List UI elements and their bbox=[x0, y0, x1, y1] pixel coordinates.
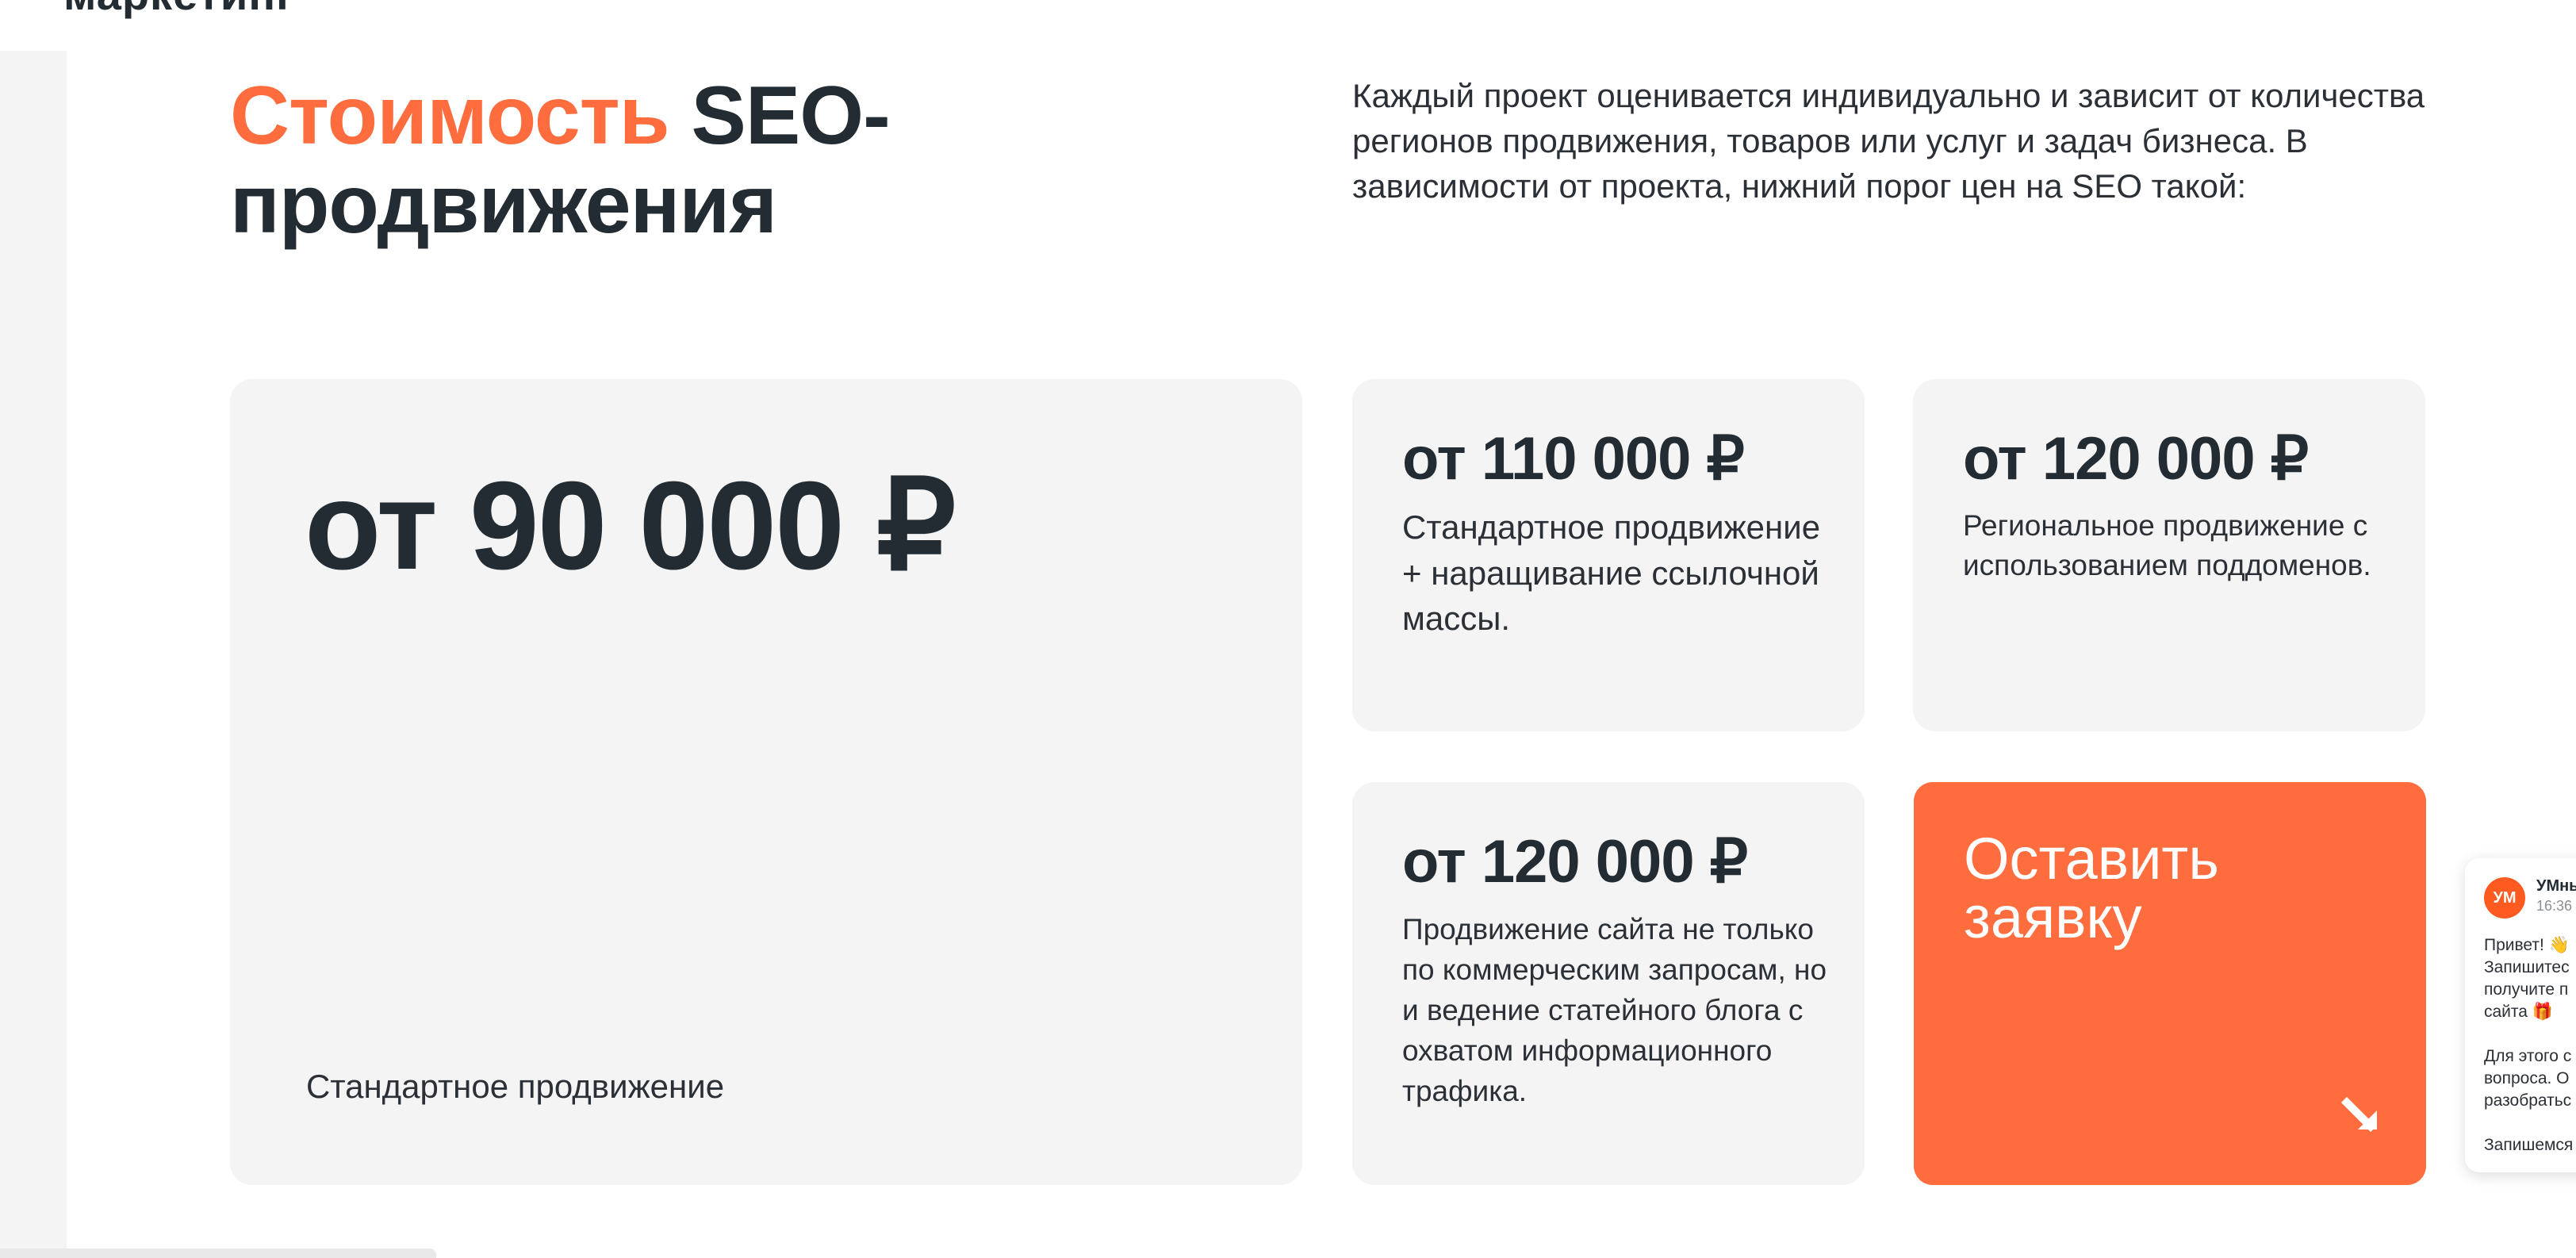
intro-text: Каждый проект оценивается индивидуально … bbox=[1352, 77, 2425, 205]
chat-sender-name: УМны bbox=[2536, 877, 2576, 895]
chat-avatar: УМ bbox=[2484, 877, 2525, 919]
chat-message: Привет! 👋 Запишитес получите п сайта 🎁 Д… bbox=[2484, 936, 2574, 1154]
price-description: Региональное продвижение с использование… bbox=[1963, 509, 2371, 581]
price-description: Продвижение сайта не только по коммерчес… bbox=[1402, 913, 1827, 1107]
arrow-down-right-icon bbox=[2340, 1096, 2377, 1133]
submit-request-label: Оставить заявку bbox=[1964, 826, 2219, 950]
chat-timestamp: 16:36 bbox=[2536, 898, 2573, 914]
submit-request-button[interactable]: Оставить заявку bbox=[1914, 782, 2426, 1185]
price-card-blog: от 120 000 ₽ Продвижение сайта не только… bbox=[1352, 782, 1865, 1185]
title-rest: SEO- bbox=[669, 70, 890, 162]
title-line2: продвижения bbox=[230, 159, 777, 251]
price-description: Стандартное продвижение + наращивание сс… bbox=[1402, 508, 1821, 637]
price-card-standard: от 90 000 ₽ Стандартное продвижение bbox=[230, 379, 1302, 1185]
price-value: от 90 000 ₽ bbox=[305, 456, 956, 596]
price-description: Стандартное продвижение bbox=[306, 1068, 725, 1105]
chat-widget[interactable]: УМ УМны 16:36 Привет! 👋 Запишитес получи… bbox=[2465, 858, 2576, 1172]
left-sidebar-strip bbox=[0, 51, 67, 1258]
price-card-regional: от 120 000 ₽ Региональное продвижение с … bbox=[1913, 379, 2425, 731]
price-value: от 120 000 ₽ bbox=[1963, 425, 2309, 493]
price-value: от 110 000 ₽ bbox=[1402, 425, 1745, 493]
price-value: от 120 000 ₽ bbox=[1402, 828, 1748, 896]
price-card-links: от 110 000 ₽ Стандартное продвижение + н… bbox=[1352, 379, 1865, 731]
horizontal-scrollbar[interactable] bbox=[0, 1248, 436, 1258]
brand-heading-cut: маркетинг bbox=[63, 0, 295, 20]
title-accent: Стоимость bbox=[230, 70, 670, 162]
page-title: Стоимость SEO- продвижения bbox=[230, 71, 944, 249]
